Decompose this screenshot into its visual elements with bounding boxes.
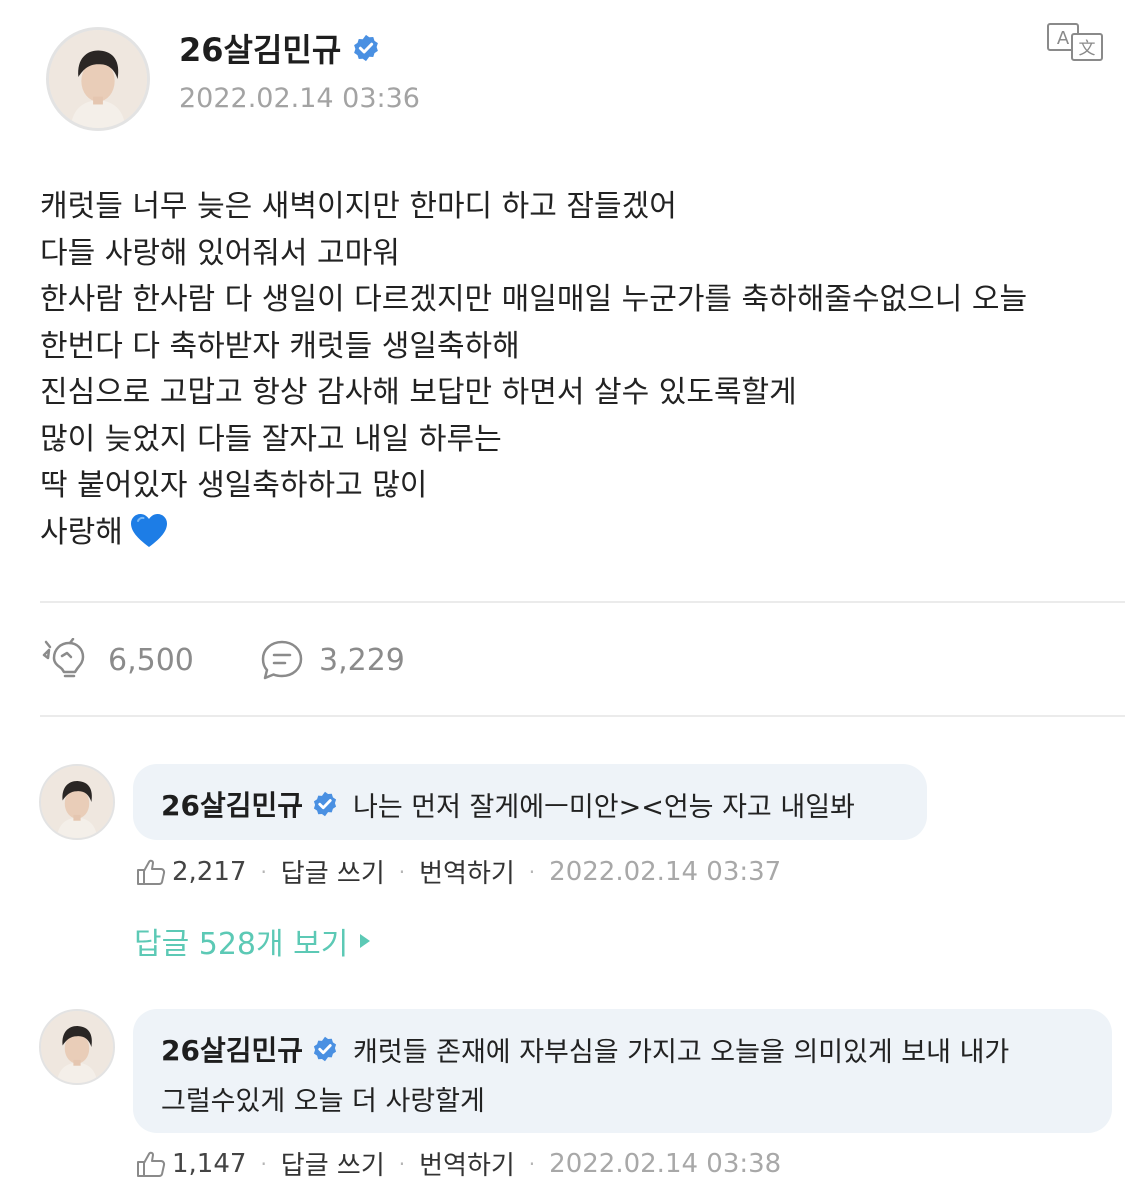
- comment-like-count: 1,147: [172, 1148, 247, 1179]
- comment-text-continued: 그럴수있게 오늘 더 사랑할게: [161, 1086, 485, 1117]
- comment-bubble: 26살김민규 나는 먼저 잘게에ㅡ미안><언능 자고 내일봐: [133, 764, 927, 840]
- avatar-photo: [49, 30, 147, 128]
- post-author-name[interactable]: 26살김민규: [179, 25, 341, 71]
- comment-avatar[interactable]: [39, 764, 115, 840]
- reply-button[interactable]: 답글 쓰기: [281, 853, 385, 890]
- separator-dot: ·: [528, 859, 536, 884]
- post-body: 캐럿들 너무 늦은 새벽이지만 한마디 하고 잠들겠어 다들 사랑해 있어줘서 …: [40, 184, 1110, 556]
- author-avatar[interactable]: [46, 27, 150, 131]
- post-date: 2022.02.14 03:36: [179, 83, 420, 114]
- verified-badge-icon: [311, 790, 339, 818]
- post-line: 다들 사랑해 있어줘서 고마워: [40, 235, 400, 271]
- comment-bubble: 26살김민규 캐럿들 존재에 자부심을 가지고 오늘을 의미있게 보내 내가 그…: [133, 1009, 1112, 1133]
- translate-button[interactable]: 번역하기: [419, 1145, 515, 1182]
- post-line: 진심으로 고맙고 항상 감사해 보답만 하면서 살수 있도록할게: [40, 375, 797, 410]
- thumbs-up-icon: [137, 859, 166, 885]
- view-replies-link[interactable]: 답글 528개 보기: [134, 919, 372, 963]
- comment-author[interactable]: 26살김민규: [161, 784, 303, 824]
- separator-dot: ·: [398, 859, 406, 884]
- like-count: 6,500: [108, 642, 194, 678]
- post-line: 한사람 한사람 다 생일이 다르겠지만 매일매일 누군가를 축하해줄수없으니 오…: [40, 282, 1028, 317]
- comment-like-button[interactable]: 1,147: [136, 1149, 246, 1179]
- post-line: 캐럿들 너무 늦은 새벽이지만 한마디 하고 잠들겠어: [40, 189, 677, 224]
- separator-dot: ·: [398, 1151, 406, 1176]
- translate-button[interactable]: 번역하기: [419, 853, 515, 890]
- bulb-cheer-icon: [42, 638, 85, 678]
- view-replies-label: 답글 528개 보기: [134, 927, 349, 962]
- post-screen: 26살김민규 2022.02.14 03:36 A 文 캐럿들 너무 늦은 새벽…: [0, 0, 1125, 1189]
- post-line-text: 사랑해: [40, 514, 123, 550]
- separator-dot: ·: [260, 859, 267, 884]
- post-line: 한번다 다 축하받자 캐럿들 생일축하해: [40, 328, 520, 364]
- avatar-photo: [41, 766, 113, 838]
- comment-actions: 1,147 · 답글 쓰기 · 번역하기 · 2022.02.14 03:38: [136, 1145, 781, 1182]
- reply-button[interactable]: 답글 쓰기: [281, 1145, 385, 1182]
- verified-badge-icon: [311, 1035, 339, 1063]
- post-line-last: 사랑해: [40, 510, 1110, 557]
- comment-date: 2022.02.14 03:37: [549, 856, 782, 887]
- thumbs-up-icon: [137, 1151, 166, 1177]
- comment-date: 2022.02.14 03:38: [549, 1148, 782, 1179]
- comment-head: 26살김민규 캐럿들 존재에 자부심을 가지고 오늘을 의미있게 보내 내가: [161, 1029, 1112, 1069]
- divider: [40, 715, 1125, 717]
- comment-stat[interactable]: 3,229: [259, 638, 405, 682]
- post-line: 딱 붙어있자 생일축하하고 많이: [40, 468, 428, 503]
- comment-head: 26살김민규 나는 먼저 잘게에ㅡ미안><언능 자고 내일봐: [161, 784, 927, 824]
- comment-text: 캐럿들 존재에 자부심을 가지고 오늘을 의미있게 보내 내가: [353, 1036, 1010, 1068]
- comment-like-button[interactable]: 2,217: [136, 857, 246, 887]
- comment-actions: 2,217 · 답글 쓰기 · 번역하기 · 2022.02.14 03:37: [136, 853, 781, 890]
- like-stat[interactable]: 6,500: [42, 638, 194, 682]
- speech-bubble-icon: [261, 640, 303, 680]
- comment-avatar[interactable]: [39, 1009, 115, 1085]
- verified-badge-icon: [351, 33, 381, 63]
- svg-text:文: 文: [1079, 39, 1096, 59]
- translate-icon[interactable]: A 文: [1046, 22, 1106, 62]
- separator-dot: ·: [260, 1151, 267, 1176]
- separator-dot: ·: [528, 1151, 536, 1176]
- blue-heart-icon: [129, 511, 169, 551]
- comment-author[interactable]: 26살김민규: [161, 1029, 303, 1069]
- post-line: 많이 늦었지 다들 잘자고 내일 하루는: [40, 421, 502, 457]
- comment-text: 나는 먼저 잘게에ㅡ미안><언능 자고 내일봐: [353, 791, 855, 823]
- divider: [40, 601, 1125, 603]
- triangle-right-icon: [360, 934, 371, 948]
- post-author-row: 26살김민규: [179, 25, 381, 71]
- avatar-photo: [41, 1011, 113, 1083]
- svg-text:A: A: [1057, 28, 1070, 49]
- comment-like-count: 2,217: [172, 856, 247, 887]
- comment-count: 3,229: [319, 642, 405, 678]
